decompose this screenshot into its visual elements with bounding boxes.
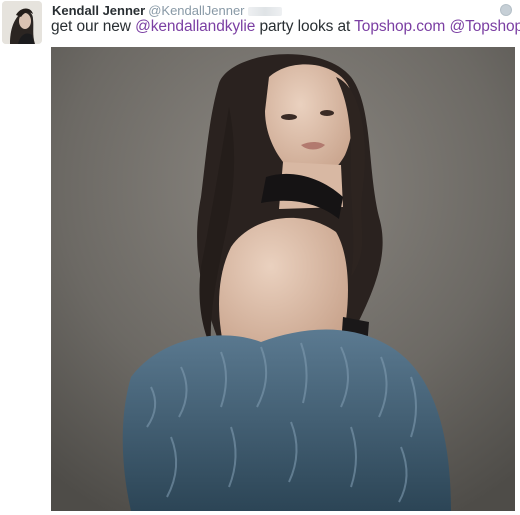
mention-kendallandkylie[interactable]: @kendallandkylie [135,18,255,35]
author-handle[interactable]: @KendallJenner [148,3,244,18]
tweet-text-prefix: get our new [51,18,136,35]
author-name[interactable]: Kendall Jenner [52,3,145,18]
tweet-text-middle: party looks at [255,18,355,35]
tweet-photo[interactable] [51,47,515,511]
photo-image [51,47,515,511]
mention-topshop[interactable]: @Topshop [449,18,520,35]
avatar-photo [2,1,42,44]
globe-icon [500,4,512,16]
tweet-header: Kendall Jenner @KendallJenner [52,3,282,18]
timestamp-redacted [247,7,282,17]
tweet-text: get our new @kendallandkylie party looks… [51,18,520,36]
link-topshop-com[interactable]: Topshop.com [354,18,445,35]
avatar[interactable] [2,1,42,44]
